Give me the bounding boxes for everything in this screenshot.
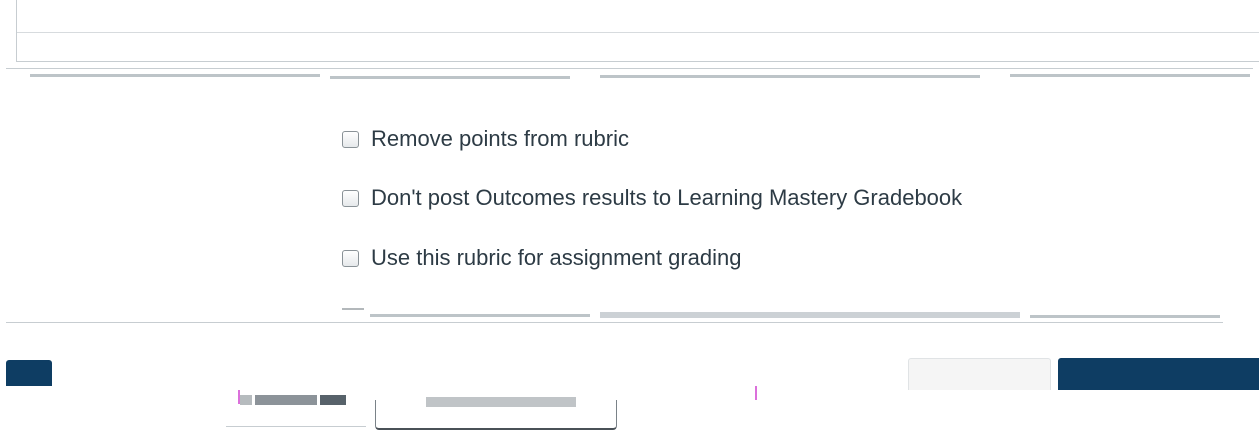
divider <box>226 426 366 427</box>
rendering-artifact <box>755 386 757 400</box>
primary-action-button[interactable] <box>6 360 52 386</box>
remove-points-checkbox[interactable] <box>342 130 359 148</box>
rendering-artifact-row <box>0 306 1259 324</box>
use-for-grading-checkbox[interactable] <box>342 249 359 267</box>
use-for-grading-option[interactable]: Use this rubric for assignment grading <box>342 244 742 272</box>
cancel-button[interactable] <box>908 358 1051 390</box>
rendering-artifact <box>238 390 240 404</box>
divider <box>17 32 1259 33</box>
rendering-artifact-row <box>0 66 1259 84</box>
dont-post-outcomes-checkbox[interactable] <box>342 189 359 207</box>
points-input[interactable] <box>375 400 617 430</box>
remove-points-option[interactable]: Remove points from rubric <box>342 125 629 153</box>
dont-post-outcomes-label: Don't post Outcomes results to Learning … <box>371 185 963 210</box>
update-rubric-button[interactable] <box>1058 358 1259 390</box>
use-for-grading-label: Use this rubric for assignment grading <box>371 245 742 270</box>
rubric-editor-panel <box>16 0 1259 62</box>
rendering-artifact-text <box>240 392 346 408</box>
dont-post-outcomes-option[interactable]: Don't post Outcomes results to Learning … <box>342 184 962 212</box>
remove-points-label: Remove points from rubric <box>371 126 629 151</box>
